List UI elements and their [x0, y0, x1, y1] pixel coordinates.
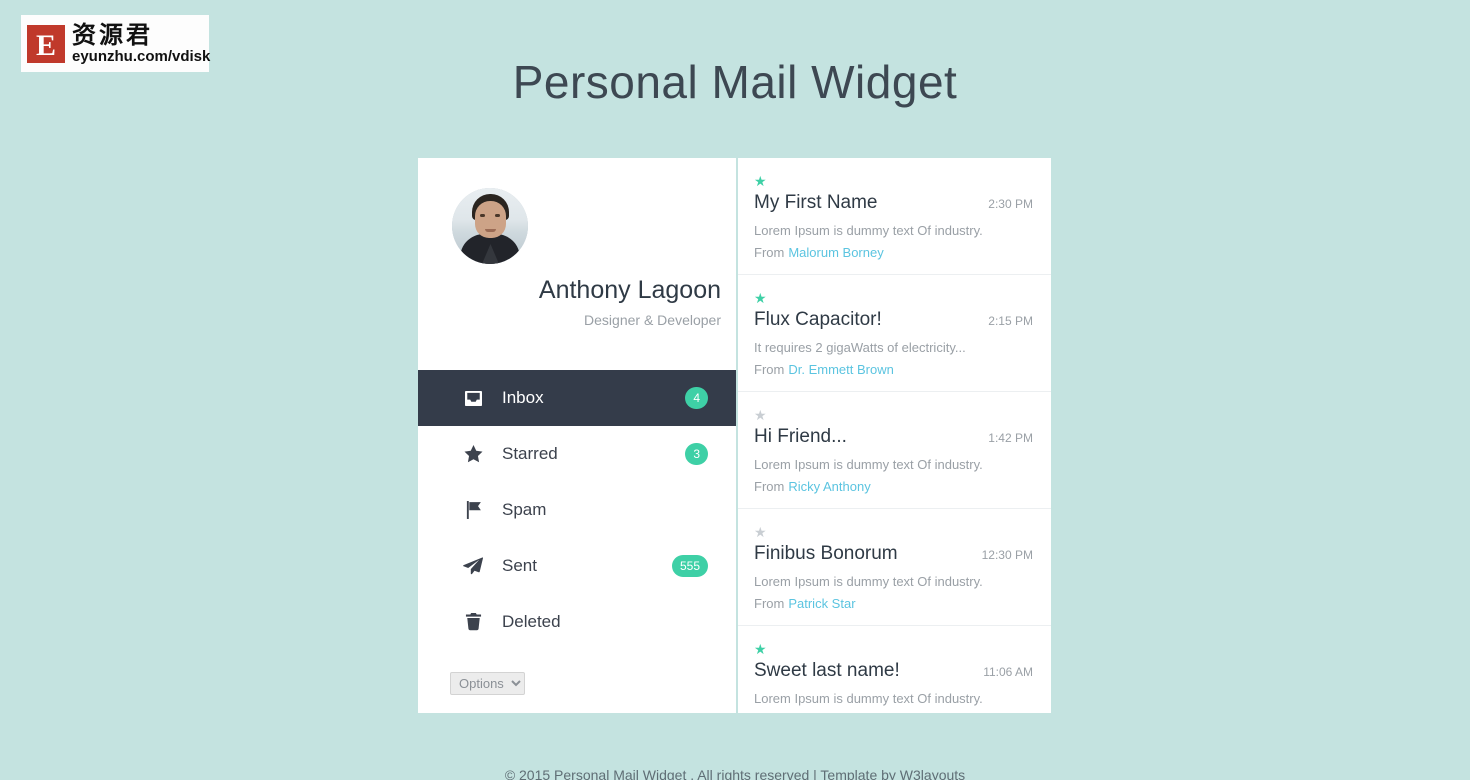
mail-time: 12:30 PM: [981, 548, 1033, 562]
mail-header: My First Name 2:30 PM: [754, 192, 1033, 214]
flag-icon: [462, 500, 484, 520]
profile-role: Designer & Developer: [584, 312, 721, 328]
star-filled-icon[interactable]: ★: [754, 408, 1033, 422]
mail-subject: Hi Friend...: [754, 426, 847, 447]
inbox-icon: [462, 388, 484, 408]
sidebar-item-label: Sent: [502, 556, 537, 575]
mail-list-item[interactable]: ★ Finibus Bonorum 12:30 PM Lorem Ipsum i…: [738, 509, 1051, 626]
star-filled-icon[interactable]: ★: [754, 525, 1033, 539]
watermark-chinese-text: 资源君: [72, 21, 153, 49]
sidebar-badge-sent: 555: [671, 555, 708, 577]
trash-icon: [462, 612, 484, 632]
mail-from: From Patrick Star: [754, 596, 1033, 611]
mail-snippet: Lorem Ipsum is dummy text Of industry.: [754, 223, 983, 238]
mail-from-label: From: [754, 245, 785, 260]
avatar-eye-right: [495, 214, 500, 217]
mail-subject: Flux Capacitor!: [754, 309, 882, 330]
mail-snippet: Lorem Ipsum is dummy text Of industry.: [754, 574, 983, 589]
mail-list-item[interactable]: ★ Flux Capacitor! 2:15 PM It requires 2 …: [738, 275, 1051, 392]
avatar: [452, 188, 528, 264]
mail-sender-link[interactable]: Patrick Star: [788, 596, 855, 611]
mail-from-label: From: [754, 479, 785, 494]
mail-list-item[interactable]: ★ Sweet last name! 11:06 AM Lorem Ipsum …: [738, 626, 1051, 713]
profile-card: Anthony Lagoon Designer & Developer: [418, 158, 736, 328]
sidebar-item-spam[interactable]: Spam: [418, 482, 736, 538]
sidebar-badge-starred: 3: [685, 443, 708, 465]
mail-from-label: From: [754, 596, 785, 611]
options-select[interactable]: Options: [450, 672, 525, 695]
star-icon: [462, 444, 484, 464]
mail-from-label: From: [754, 362, 785, 377]
paper-plane-icon: [462, 556, 484, 576]
mail-subject: Sweet last name!: [754, 660, 900, 681]
mail-sender-link[interactable]: Dr. Emmett Brown: [788, 362, 893, 377]
sidebar-nav: Inbox 4 Starred 3 Spam Sent 555 Deleted: [418, 370, 736, 650]
mail-from: From Dr. Emmett Brown: [754, 362, 1033, 377]
mail-snippet: It requires 2 gigaWatts of electricity..…: [754, 340, 966, 355]
mail-header: Hi Friend... 1:42 PM: [754, 426, 1033, 448]
mail-list: ★ My First Name 2:30 PM Lorem Ipsum is d…: [738, 158, 1051, 713]
sidebar-item-sent[interactable]: Sent 555: [418, 538, 736, 594]
sidebar-item-inbox[interactable]: Inbox 4: [418, 370, 736, 426]
profile-name: Anthony Lagoon: [538, 276, 721, 304]
page-title: Personal Mail Widget: [512, 56, 958, 108]
mail-widget: Anthony Lagoon Designer & Developer Inbo…: [418, 158, 1051, 713]
mail-list-item[interactable]: ★ My First Name 2:30 PM Lorem Ipsum is d…: [738, 158, 1051, 275]
sidebar-item-label: Inbox: [502, 388, 544, 407]
avatar-eye-left: [480, 214, 485, 217]
mail-header: Finibus Bonorum 12:30 PM: [754, 543, 1033, 565]
star-filled-icon[interactable]: ★: [754, 174, 1033, 188]
mail-from: From Malorum Borney: [754, 245, 1033, 260]
sidebar-item-label: Starred: [502, 444, 558, 463]
options-container: Options: [418, 672, 736, 695]
mail-time: 2:30 PM: [988, 197, 1033, 211]
mail-snippet: Lorem Ipsum is dummy text Of industry.: [754, 457, 983, 472]
mail-snippet: Lorem Ipsum is dummy text Of industry.: [754, 691, 983, 706]
mail-from: From Ricky Anthony: [754, 479, 1033, 494]
mail-header: Flux Capacitor! 2:15 PM: [754, 309, 1033, 331]
mail-sender-link[interactable]: Malorum Borney: [788, 245, 883, 260]
footer-text: © 2015 Personal Mail Widget . All rights…: [504, 767, 966, 780]
sidebar-badge-inbox: 4: [685, 387, 708, 409]
mail-sender-link[interactable]: Ricky Anthony: [788, 479, 870, 494]
sidebar: Anthony Lagoon Designer & Developer Inbo…: [418, 158, 736, 713]
mail-subject: My First Name: [754, 192, 878, 213]
mail-time: 2:15 PM: [988, 314, 1033, 328]
star-filled-icon[interactable]: ★: [754, 642, 1033, 656]
mail-list-item[interactable]: ★ Hi Friend... 1:42 PM Lorem Ipsum is du…: [738, 392, 1051, 509]
mail-subject: Finibus Bonorum: [754, 543, 898, 564]
sidebar-item-label: Deleted: [502, 612, 561, 631]
avatar-mouth: [485, 229, 496, 232]
sidebar-item-label: Spam: [502, 500, 547, 519]
star-filled-icon[interactable]: ★: [754, 291, 1033, 305]
mail-time: 1:42 PM: [988, 431, 1033, 445]
mail-header: Sweet last name! 11:06 AM: [754, 660, 1033, 682]
avatar-face: [475, 201, 506, 238]
sidebar-item-starred[interactable]: Starred 3: [418, 426, 736, 482]
sidebar-item-deleted[interactable]: Deleted: [418, 594, 736, 650]
mail-time: 11:06 AM: [983, 665, 1033, 679]
footer: © 2015 Personal Mail Widget . All rights…: [0, 767, 1470, 780]
